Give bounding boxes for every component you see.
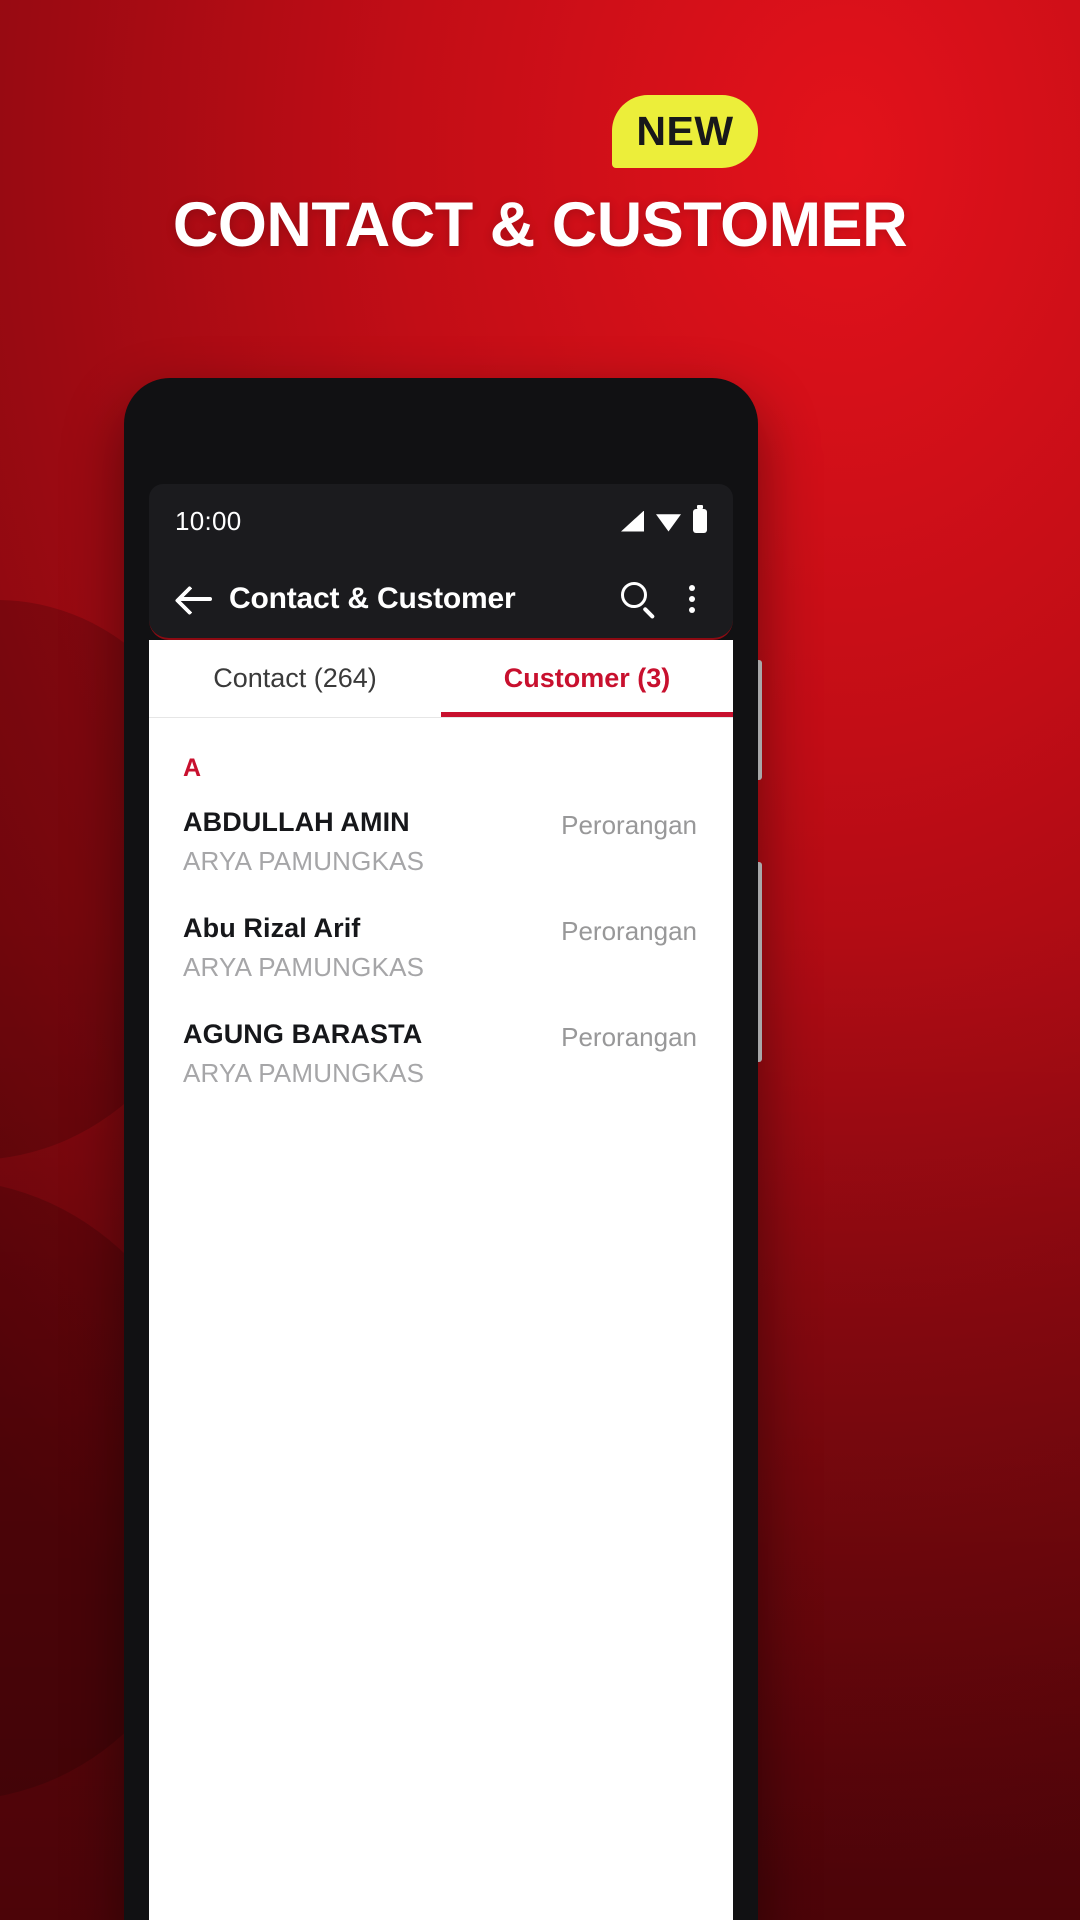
signal-icon — [621, 510, 644, 532]
phone-screen: 10:00 Contact & Customer Contact (264) C… — [149, 484, 733, 1920]
customer-list: A ABDULLAH AMIN ARYA PAMUNGKAS Peroranga… — [149, 718, 733, 1111]
screen-content: Contact (264) Customer (3) A ABDULLAH AM… — [149, 640, 733, 1920]
app-bar-row: Contact & Customer — [149, 558, 733, 640]
list-item[interactable]: Abu Rizal Arif ARYA PAMUNGKAS Perorangan — [149, 899, 733, 1005]
list-item-subtitle: ARYA PAMUNGKAS — [183, 846, 425, 876]
tab-contact[interactable]: Contact (264) — [149, 640, 441, 717]
list-item[interactable]: AGUNG BARASTA ARYA PAMUNGKAS Perorangan — [149, 1005, 733, 1111]
list-item-type: Perorangan — [561, 916, 697, 946]
wifi-icon — [656, 514, 681, 532]
list-item-type: Perorangan — [561, 810, 697, 840]
list-item-subtitle: ARYA PAMUNGKAS — [183, 952, 425, 982]
list-item[interactable]: ABDULLAH AMIN ARYA PAMUNGKAS Perorangan — [149, 793, 733, 899]
list-item-text: AGUNG BARASTA ARYA PAMUNGKAS — [183, 1019, 424, 1089]
list-item-type: Perorangan — [561, 1022, 697, 1052]
status-bar-clock: 10:00 — [175, 505, 242, 536]
list-item-name: ABDULLAH AMIN — [183, 807, 410, 837]
list-item-name: Abu Rizal Arif — [183, 913, 361, 943]
more-options-dot — [689, 607, 695, 613]
new-badge: NEW — [612, 95, 758, 168]
more-options-icon[interactable] — [675, 576, 709, 622]
list-item-text: ABDULLAH AMIN ARYA PAMUNGKAS — [183, 807, 424, 877]
status-bar-icons — [621, 505, 707, 533]
list-item-name: AGUNG BARASTA — [183, 1019, 423, 1049]
battery-icon — [693, 505, 707, 533]
search-icon-handle — [642, 606, 656, 619]
app-bar: 10:00 Contact & Customer — [149, 484, 733, 640]
status-bar: 10:00 — [149, 484, 733, 558]
more-options-dot — [689, 596, 695, 602]
tab-bar: Contact (264) Customer (3) — [149, 640, 733, 718]
back-arrow-icon[interactable] — [179, 584, 215, 614]
more-options-dot — [689, 585, 695, 591]
new-badge-label: NEW — [636, 108, 734, 154]
app-bar-title: Contact & Customer — [229, 582, 516, 615]
list-item-subtitle: ARYA PAMUNGKAS — [183, 1058, 425, 1088]
tab-customer[interactable]: Customer (3) — [441, 640, 733, 717]
page-title: CONTACT & CUSTOMER — [172, 190, 908, 260]
search-icon-ring — [621, 582, 647, 608]
search-icon[interactable] — [615, 576, 661, 622]
list-item-text: Abu Rizal Arif ARYA PAMUNGKAS — [183, 913, 424, 983]
section-header-letter: A — [183, 754, 202, 782]
